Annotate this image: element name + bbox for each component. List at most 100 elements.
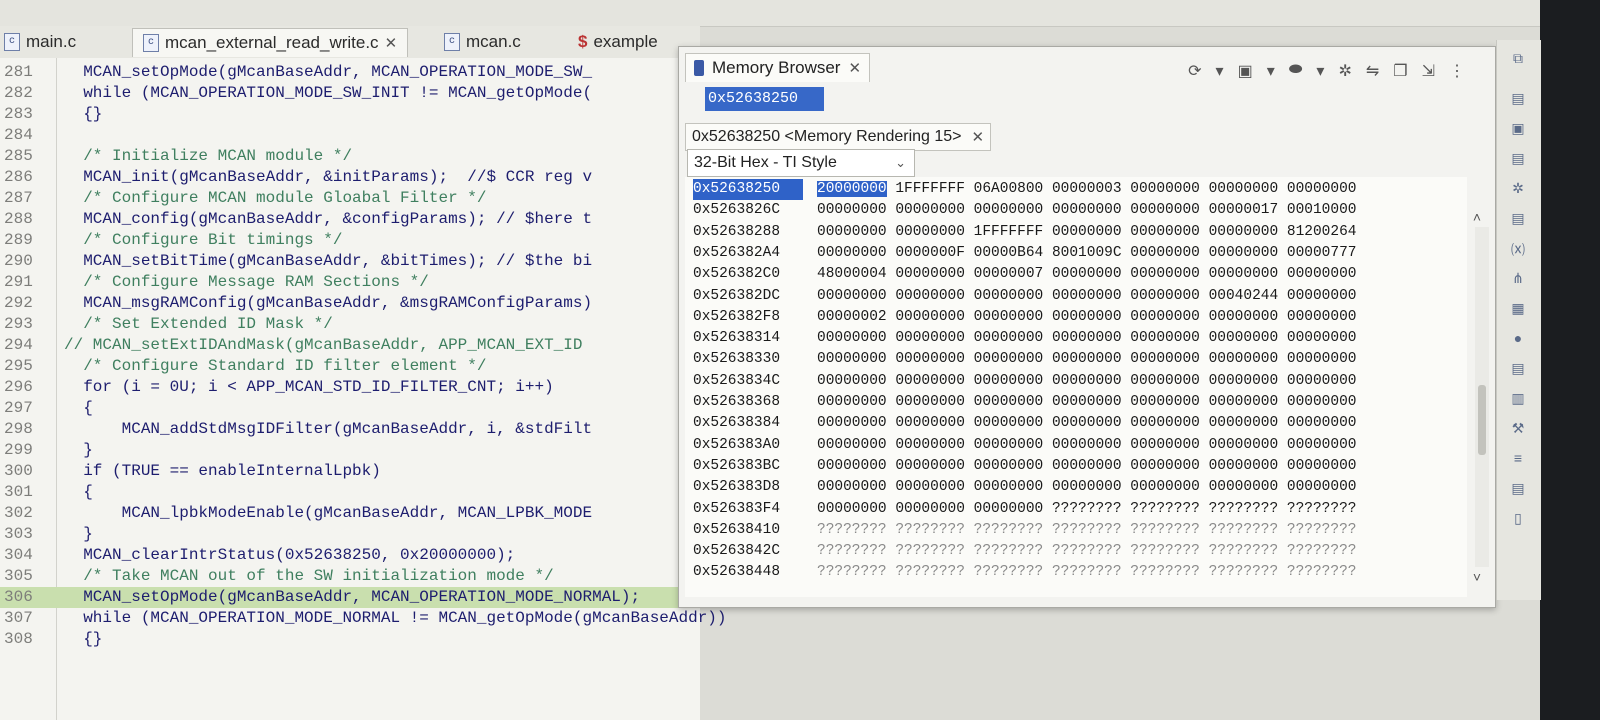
scrollbar-thumb[interactable] [1478,385,1486,455]
memory-row[interactable]: 0x5263826C 00000000 00000000 00000000 000… [693,200,1463,221]
selected-memory-value[interactable]: 20000000 [817,181,887,197]
scroll-down-icon[interactable]: ˅ [1473,569,1481,585]
memory-address[interactable]: 0x526383A0 [693,435,803,456]
memory-row[interactable]: 0x52638314 00000000 00000000 00000000 000… [693,328,1463,349]
memory-address[interactable]: 0x5263826C [693,200,803,221]
code-line[interactable]: 289 /* Configure Bit timings */ [0,230,700,251]
memory-row[interactable]: 0x52638330 00000000 00000000 00000000 000… [693,349,1463,370]
chevron-down-icon[interactable]: ▾ [1216,61,1224,81]
format-select[interactable]: 32-Bit Hex - TI Style ⌄ [687,149,915,177]
breakpoints-icon[interactable]: ● [1509,330,1527,346]
code-line[interactable]: 282 while (MCAN_OPERATION_MODE_SW_INIT !… [0,83,700,104]
sync-icon[interactable]: ⇋ [1366,61,1379,81]
memory-values[interactable]: ???????? ???????? ???????? ???????? ????… [817,562,1357,583]
memory-values[interactable]: 00000000 00000000 00000000 00000000 0000… [817,392,1357,413]
memory-row[interactable]: 0x52638288 00000000 00000000 1FFFFFFF 000… [693,222,1463,243]
memory-row[interactable]: 0x526382F8 00000002 00000000 00000000 000… [693,307,1463,328]
memory-rendering-tab[interactable]: 0x52638250 <Memory Rendering 15> ✕ [685,123,992,151]
memory-values[interactable]: 00000000 0000000F 00000B64 8001009C 0000… [817,243,1357,264]
view-icon[interactable]: ▤ [1509,150,1527,166]
view-icon[interactable]: ▤ [1509,210,1527,226]
memory-row[interactable]: 0x526383A0 00000000 00000000 00000000 000… [693,435,1463,456]
expressions-icon[interactable]: ⋔ [1509,270,1527,286]
chevron-down-icon[interactable]: ▾ [1267,61,1275,81]
memory-row[interactable]: 0x526383F4 00000000 00000000 00000000 ???… [693,499,1463,520]
memory-address[interactable]: 0x526383F4 [693,499,803,520]
memory-address[interactable]: 0x526382DC [693,286,803,307]
code-line[interactable]: 294 // MCAN_setExtIDAndMask(gMcanBaseAddr… [0,335,700,356]
memory-browser-side-icon[interactable]: ▯ [1509,510,1527,526]
code-line[interactable]: 287 /* Configure MCAN module Gloabal Fil… [0,188,700,209]
variables-icon[interactable]: ⒳ [1509,240,1527,258]
code-line[interactable]: 283 {} [0,104,700,125]
memory-row[interactable]: 0x52638250 20000000 1FFFFFFF 06A00800 000… [693,179,1463,200]
memory-values[interactable]: ???????? ???????? ???????? ???????? ????… [817,541,1357,562]
menu-icon[interactable]: ⋮ [1449,61,1465,81]
code-line[interactable]: 303 } [0,524,700,545]
tab-mcan-external-read-write[interactable]: c mcan_external_read_write.c ✕ [132,28,409,57]
memory-row[interactable]: 0x52638384 00000000 00000000 00000000 000… [693,413,1463,434]
memory-row[interactable]: 0x526382C0 48000004 00000000 00000007 000… [693,264,1463,285]
pin-icon[interactable]: ⇲ [1422,61,1435,81]
code-line[interactable]: 291 /* Configure Message RAM Sections */ [0,272,700,293]
save-icon[interactable]: ▣ [1238,61,1253,81]
code-line[interactable]: 281 MCAN_setOpMode(gMcanBaseAddr, MCAN_O… [0,62,700,83]
vertical-scrollbar[interactable] [1475,227,1489,567]
memory-address[interactable]: 0x526382A4 [693,243,803,264]
console-icon[interactable]: ▣ [1509,120,1527,136]
scroll-up-icon[interactable]: ˄ [1473,209,1481,225]
code-line[interactable]: 284 [0,125,700,146]
memory-values[interactable]: 00000000 00000000 00000000 00000000 0000… [817,477,1357,498]
tab-main-c[interactable]: c main.c [4,28,76,56]
import-icon[interactable]: ⬬ [1289,61,1303,81]
memory-values[interactable]: ???????? ???????? ???????? ???????? ????… [817,520,1357,541]
close-icon[interactable]: ✕ [972,128,985,146]
chevron-down-icon[interactable]: ▾ [1316,61,1324,81]
code-line[interactable]: 302 MCAN_lpbkModeEnable(gMcanBaseAddr, M… [0,503,700,524]
settings-icon[interactable]: ✲ [1338,61,1351,81]
view-icon[interactable]: ▤ [1509,360,1527,376]
code-line[interactable]: 285 /* Initialize MCAN module */ [0,146,700,167]
memory-values[interactable]: 00000000 00000000 00000000 00000000 0000… [817,413,1357,434]
code-line[interactable]: 296 for (i = 0U; i < APP_MCAN_STD_ID_FIL… [0,377,700,398]
memory-address[interactable]: 0x52638288 [693,222,803,243]
memory-row[interactable]: 0x526382DC 00000000 00000000 00000000 000… [693,286,1463,307]
view-icon[interactable]: ▤ [1509,90,1527,106]
memory-values[interactable]: 00000000 00000000 00000000 ???????? ????… [817,499,1357,520]
code-line[interactable]: 300 if (TRUE == enableInternalLpbk) [0,461,700,482]
memory-address[interactable]: 0x52638250 [693,179,803,200]
memory-row[interactable]: 0x526382A4 00000000 0000000F 00000B64 800… [693,243,1463,264]
memory-address[interactable]: 0x526383BC [693,456,803,477]
code-line[interactable]: 305 /* Take MCAN out of the SW initializ… [0,566,700,587]
memory-values[interactable]: 00000000 00000000 00000000 00000000 0000… [817,349,1357,370]
memory-address[interactable]: 0x52638368 [693,392,803,413]
memory-values[interactable]: 20000000 1FFFFFFF 06A00800 00000003 0000… [817,179,1357,200]
memory-address[interactable]: 0x52638410 [693,520,803,541]
memory-address[interactable]: 0x52638448 [693,562,803,583]
close-icon[interactable]: ✕ [848,59,861,77]
code-line[interactable]: 290 MCAN_setBitTime(gMcanBaseAddr, &bitT… [0,251,700,272]
memory-values[interactable]: 00000000 00000000 00000000 00000000 0000… [817,456,1357,477]
memory-values[interactable]: 00000000 00000000 00000000 00000000 0000… [817,200,1357,221]
memory-values[interactable]: 00000000 00000000 00000000 00000000 0000… [817,371,1357,392]
tab-example[interactable]: $ example [578,28,658,56]
memory-values[interactable]: 48000004 00000000 00000007 00000000 0000… [817,264,1357,285]
view-icon[interactable]: ▤ [1509,480,1527,496]
code-line[interactable]: 293 /* Set Extended ID Mask */ [0,314,700,335]
memory-values[interactable]: 00000002 00000000 00000000 00000000 0000… [817,307,1357,328]
memory-icon[interactable]: ▥ [1509,390,1527,406]
memory-values[interactable]: 00000000 00000000 00000000 00000000 0000… [817,286,1357,307]
close-icon[interactable]: ✕ [385,34,398,52]
memory-row[interactable]: 0x52638448 ???????? ???????? ???????? ???… [693,562,1463,583]
memory-row[interactable]: 0x52638410 ???????? ???????? ???????? ???… [693,520,1463,541]
code-line[interactable]: 297 { [0,398,700,419]
memory-address[interactable]: 0x526382C0 [693,264,803,285]
memory-address[interactable]: 0x5263842C [693,541,803,562]
code-line[interactable]: 304 MCAN_clearIntrStatus(0x52638250, 0x2… [0,545,700,566]
code-line[interactable]: 292 MCAN_msgRAMConfig(gMcanBaseAddr, &ms… [0,293,700,314]
debug-icon[interactable]: ✲ [1509,180,1527,196]
code-line[interactable]: 308 {} [0,629,700,650]
memory-row[interactable]: 0x526383BC 00000000 00000000 00000000 000… [693,456,1463,477]
memory-address[interactable]: 0x5263834C [693,371,803,392]
code-line[interactable]: 286 MCAN_init(gMcanBaseAddr, &initParams… [0,167,700,188]
